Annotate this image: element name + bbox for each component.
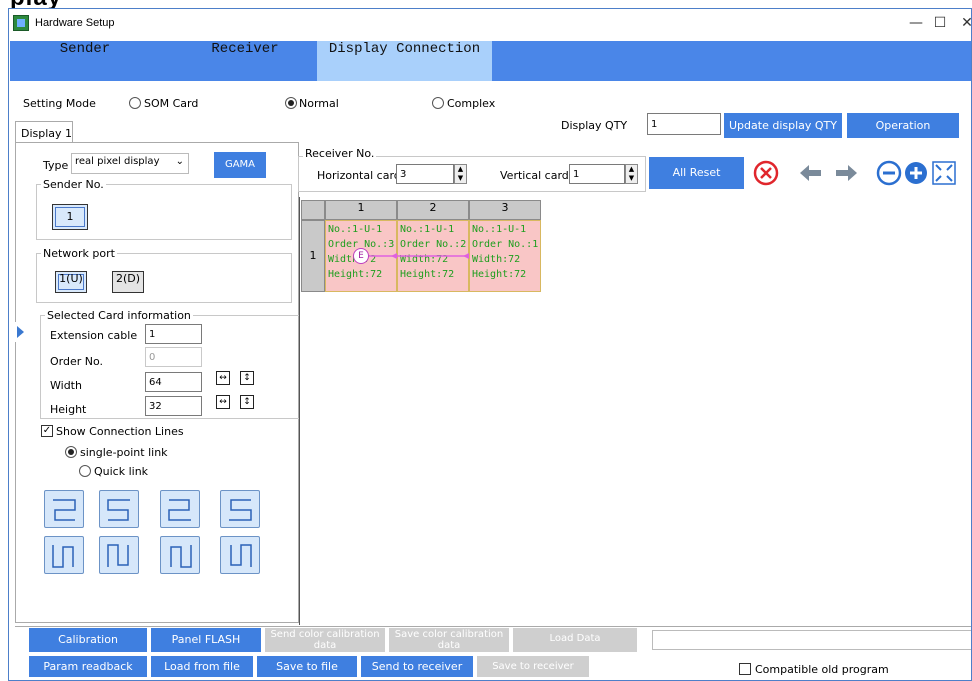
row-header-1: 1 (301, 220, 325, 292)
normal-radio[interactable] (285, 97, 297, 109)
network-port-title: Network port (41, 247, 117, 260)
fit-icon[interactable] (930, 159, 958, 187)
bottom-divider (15, 626, 971, 627)
background-text: play (10, 0, 62, 8)
type-label: Type (43, 159, 69, 172)
order-no-label: Order No. (50, 355, 104, 368)
som-card-label: SOM Card (144, 97, 199, 110)
zoom-out-icon[interactable] (875, 159, 903, 187)
load-from-file-button[interactable]: Load from file (151, 656, 253, 677)
sender-no-title: Sender No. (41, 178, 106, 191)
quick-link-radio[interactable] (79, 465, 91, 477)
width-vertical-icon[interactable]: ↕ (240, 371, 254, 385)
height-input[interactable] (145, 396, 202, 416)
close-button[interactable]: ✕ (953, 13, 971, 33)
param-readback-button[interactable]: Param readback (29, 656, 147, 677)
column-header-3: 3 (469, 200, 541, 220)
vertical-card-spinner[interactable]: ▲ ▼ (625, 164, 638, 184)
link-pattern-1[interactable] (44, 490, 84, 528)
order-no-input (145, 347, 202, 367)
send-to-receiver-button[interactable]: Send to receiver (361, 656, 473, 677)
expand-arrow-icon[interactable] (15, 322, 25, 342)
height-stretch-icon[interactable]: ↔ (216, 395, 230, 409)
link-pattern-2[interactable] (99, 490, 139, 528)
setting-mode-label: Setting Mode (23, 97, 96, 110)
vertical-card-input[interactable] (569, 164, 625, 184)
tab-display-connection[interactable]: Display Connection (317, 41, 492, 81)
complex-radio[interactable] (432, 97, 444, 109)
window-title: Hardware Setup (35, 17, 115, 29)
grid-corner (301, 200, 325, 220)
normal-label: Normal (299, 97, 339, 110)
maximize-button[interactable]: ☐ (926, 13, 954, 33)
update-display-qty-button[interactable]: Update display QTY (724, 113, 842, 138)
app-icon (13, 15, 29, 31)
tab-display-1[interactable]: Display 1 (15, 121, 73, 143)
zoom-in-icon[interactable] (902, 159, 930, 187)
cancel-icon[interactable] (752, 159, 780, 187)
save-color-calibration-button: Save color calibration data (389, 628, 509, 652)
calibration-button[interactable]: Calibration (29, 628, 147, 652)
show-lines-checkbox[interactable]: ✓ (41, 425, 53, 437)
all-reset-button[interactable]: All Reset (649, 157, 744, 189)
column-header-2: 2 (397, 200, 469, 220)
single-point-radio[interactable] (65, 446, 77, 458)
extension-cable-label: Extension cable (50, 329, 138, 342)
type-select-value: real pixel display (75, 156, 160, 167)
status-field (652, 630, 971, 650)
compatible-checkbox[interactable] (739, 663, 751, 675)
vertical-card-label: Vertical card (500, 169, 569, 182)
end-marker: E (353, 248, 369, 264)
title-bar: Hardware Setup — ☐ ✕ (9, 9, 971, 39)
display-tab-label: Display 1 (21, 127, 73, 140)
operation-button[interactable]: Operation (847, 113, 959, 138)
single-point-label: single-point link (80, 446, 168, 459)
link-pattern-8[interactable] (220, 536, 260, 574)
link-pattern-6[interactable] (99, 536, 139, 574)
horizontal-card-spinner[interactable]: ▲ ▼ (454, 164, 467, 184)
link-pattern-7[interactable] (160, 536, 200, 574)
tab-bar: Sender Receiver Display Connection (10, 41, 971, 81)
chevron-down-icon: ⌄ (175, 156, 184, 167)
type-select[interactable]: real pixel display ⌄ (71, 153, 189, 174)
background-strip: play (0, 0, 972, 8)
port-1u-button[interactable]: 1(U) (55, 271, 87, 293)
link-pattern-3[interactable] (160, 490, 200, 528)
load-data-button: Load Data (513, 628, 637, 652)
port-2d-button[interactable]: 2(D) (112, 271, 144, 293)
tab-receiver[interactable]: Receiver (170, 41, 320, 81)
link-pattern-5[interactable] (44, 536, 84, 574)
column-header-1: 1 (325, 200, 397, 220)
send-color-calibration-button: Send color calibration data (265, 628, 385, 652)
width-label: Width (50, 379, 82, 392)
tab-sender[interactable]: Sender (10, 41, 160, 81)
show-lines-label: Show Connection Lines (56, 425, 184, 438)
receiver-no-title: Receiver No. (303, 147, 377, 160)
complex-label: Complex (447, 97, 496, 110)
quick-link-label: Quick link (94, 465, 149, 478)
sender-1-button[interactable]: 1 (52, 204, 88, 230)
save-to-receiver-button: Save to receiver (477, 656, 589, 677)
card-info-title: Selected Card information (45, 309, 193, 322)
hardware-setup-window: Hardware Setup — ☐ ✕ Sender Receiver Dis… (8, 8, 972, 681)
display-qty-input[interactable] (647, 113, 721, 135)
horizontal-card-input[interactable] (396, 164, 454, 184)
height-vertical-icon[interactable]: ↕ (240, 395, 254, 409)
link-pattern-4[interactable] (220, 490, 260, 528)
horizontal-card-label: Horizontal card (317, 169, 401, 182)
undo-icon[interactable] (797, 159, 825, 187)
compatible-label: Compatible old program (755, 663, 889, 676)
height-label: Height (50, 403, 87, 416)
width-stretch-icon[interactable]: ↔ (216, 371, 230, 385)
redo-icon[interactable] (832, 159, 860, 187)
panel-flash-button[interactable]: Panel FLASH (151, 628, 261, 652)
som-card-radio[interactable] (129, 97, 141, 109)
save-to-file-button[interactable]: Save to file (257, 656, 357, 677)
width-input[interactable] (145, 372, 202, 392)
gama-button[interactable]: GAMA (214, 152, 266, 178)
display-qty-label: Display QTY (561, 119, 628, 132)
extension-cable-input[interactable] (145, 324, 202, 344)
